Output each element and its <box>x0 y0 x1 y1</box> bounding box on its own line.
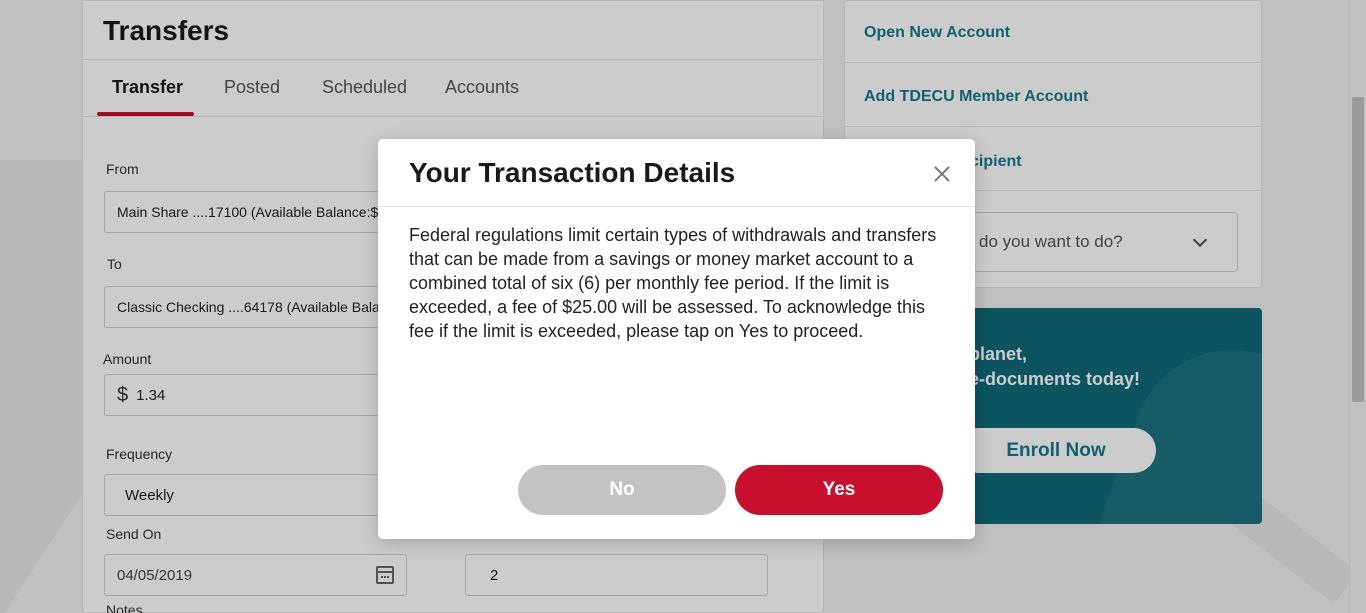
yes-button[interactable]: Yes <box>735 465 943 515</box>
modal-header: Your Transaction Details <box>378 139 975 207</box>
no-button[interactable]: No <box>518 465 726 515</box>
modal-message: Federal regulations limit certain types … <box>409 225 937 341</box>
close-icon[interactable] <box>933 165 951 183</box>
modal-title: Your Transaction Details <box>409 157 736 188</box>
transaction-details-modal: Your Transaction Details Federal regulat… <box>378 139 975 539</box>
